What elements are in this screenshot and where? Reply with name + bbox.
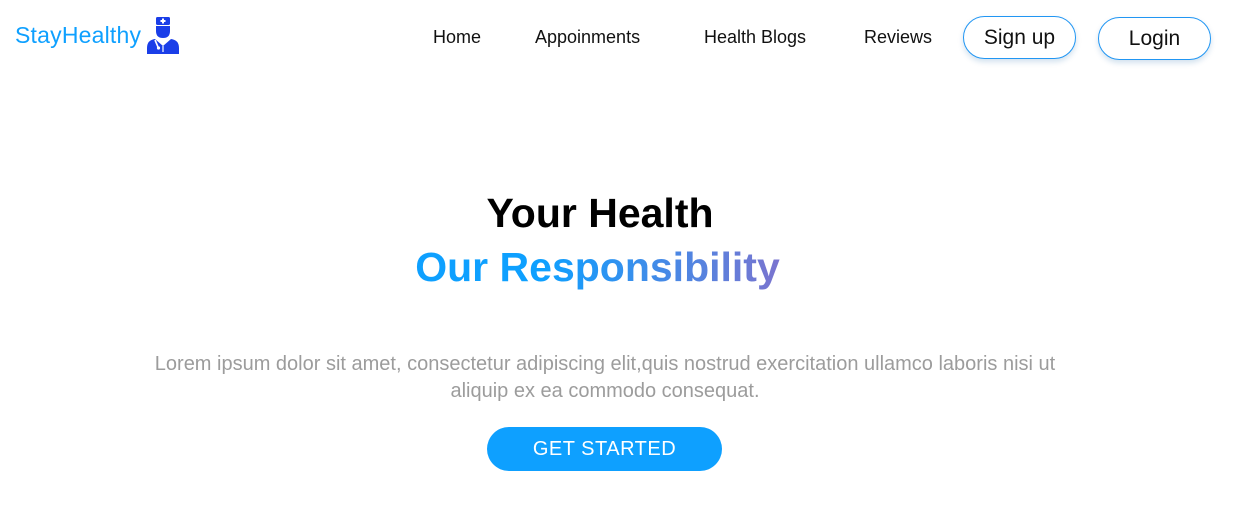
nav-link-home[interactable]: Home (433, 27, 481, 48)
signup-button[interactable]: Sign up (963, 16, 1076, 59)
hero-title: Your Health (486, 190, 714, 236)
login-button[interactable]: Login (1098, 17, 1211, 60)
landing-page: StayHealthy Home Appoinments Health Blog… (0, 0, 1235, 524)
nav-link-health-blogs[interactable]: Health Blogs (704, 27, 806, 48)
doctor-icon (147, 17, 180, 54)
brand-name: StayHealthy (15, 21, 142, 48)
nav-link-reviews[interactable]: Reviews (864, 27, 932, 48)
brand-logo[interactable]: StayHealthy (15, 16, 181, 54)
nav-link-appointments[interactable]: Appoinments (535, 27, 640, 48)
hero-subtitle: Our Responsibility (415, 244, 780, 290)
get-started-button[interactable]: GET STARTED (487, 427, 722, 471)
hero-subtitle-container: Our Responsibility (0, 244, 1195, 291)
hero-description: Lorem ipsum dolor sit amet, consectetur … (154, 353, 1056, 402)
